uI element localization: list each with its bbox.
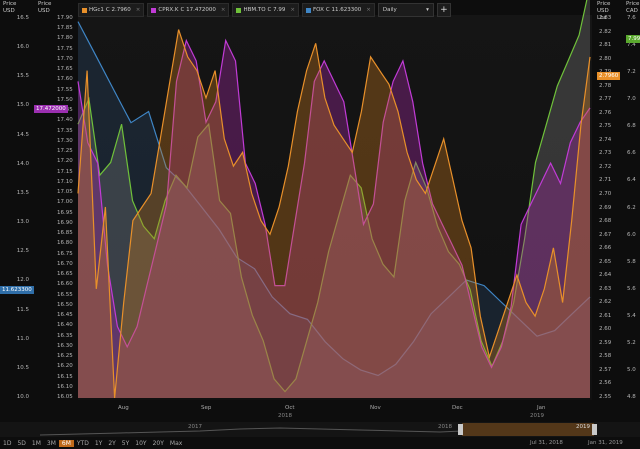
nav-year-2018: 2018 [438,424,452,430]
period-1m[interactable]: 1M [29,440,44,447]
period-max[interactable]: Max [167,440,185,447]
period-3m[interactable]: 3M [44,440,59,447]
period-6m[interactable]: 6M [58,440,74,447]
nav-year-2017: 2017 [188,424,202,430]
period-20y[interactable]: 20Y [150,440,167,447]
navigator-sparkline [39,427,463,436]
range-handle-right[interactable] [592,424,597,435]
period-1d[interactable]: 1D [0,440,14,447]
period-5d[interactable]: 5D [14,440,28,447]
range-start-date[interactable]: Jul 31, 2018 [530,440,563,446]
period-10y[interactable]: 10Y [132,440,149,447]
period-2y[interactable]: 2Y [105,440,118,447]
period-1y[interactable]: 1Y [92,440,105,447]
range-selection[interactable] [462,423,594,436]
range-handle-left[interactable] [458,424,463,435]
nav-year-2019: 2019 [576,424,590,430]
range-end-date[interactable]: Jan 31, 2019 [588,440,623,446]
period-ytd[interactable]: YTD [74,440,92,447]
period-5y[interactable]: 5Y [119,440,132,447]
